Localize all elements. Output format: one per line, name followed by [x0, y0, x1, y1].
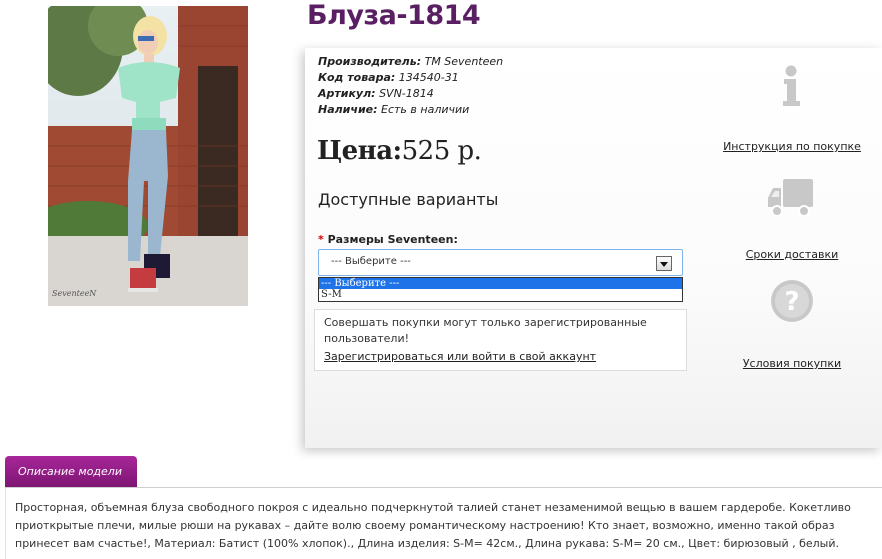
product-title: Блуза-1814	[307, 0, 481, 31]
stock-label: Наличие:	[318, 103, 378, 116]
size-label: * Размеры Seventeen:	[318, 233, 458, 246]
stock-value: Есть в наличии	[381, 103, 470, 116]
product-code-row: Код товара: 134540-31	[318, 70, 503, 86]
notice-line-2: пользователи!	[324, 332, 410, 345]
delivery-link[interactable]: Сроки доставки	[746, 248, 839, 261]
sku-label: Артикул:	[318, 87, 376, 100]
chevron-down-icon[interactable]	[656, 256, 672, 271]
photo-signature: SeventeeN	[52, 289, 97, 298]
product-meta: Производитель: TM Seventeen Код товара: …	[318, 54, 503, 118]
notice-line-1: Совершать покупки могут только зарегистр…	[324, 316, 647, 329]
product-photo[interactable]: SeventeeN	[48, 6, 248, 306]
sku-row: Артикул: SVN-1814	[318, 86, 503, 102]
instruction-link[interactable]: Инструкция по покупке	[723, 140, 861, 153]
manufacturer-value: TM Seventeen	[424, 55, 504, 68]
variants-heading: Доступные варианты	[318, 190, 499, 209]
truck-icon	[768, 179, 813, 217]
manufacturer-label: Производитель:	[318, 55, 422, 68]
size-dropdown-list: --- Выберите --- S-M	[318, 277, 683, 302]
price-label: Цена:	[317, 136, 402, 166]
conditions-block[interactable]: ? Условия покупки	[722, 278, 862, 371]
size-option-placeholder[interactable]: --- Выберите ---	[319, 278, 682, 289]
manufacturer-row: Производитель: TM Seventeen	[318, 54, 503, 70]
size-select[interactable]: --- Выберите ---	[318, 249, 683, 276]
price-value: 525 р.	[401, 136, 482, 166]
tab-description[interactable]: Описание модели	[5, 456, 137, 488]
sku-value: SVN-1814	[379, 87, 434, 100]
svg-text:?: ?	[784, 287, 799, 317]
login-notice: Совершать покупки могут только зарегистр…	[314, 309, 687, 371]
size-select-value: --- Выберите ---	[331, 256, 411, 267]
size-option-s-m[interactable]: S-M	[319, 289, 682, 300]
description-text: Просторная, объемная блуза свободного по…	[15, 501, 851, 550]
size-label-text: Размеры Seventeen:	[327, 233, 458, 246]
product-info-panel: Производитель: TM Seventeen Код товара: …	[305, 48, 882, 448]
description-box: Просторная, объемная блуза свободного по…	[5, 487, 882, 559]
product-code-value: 134540-31	[398, 71, 459, 84]
question-icon: ?	[771, 280, 813, 322]
conditions-link[interactable]: Условия покупки	[743, 357, 841, 370]
info-icon	[783, 65, 800, 106]
delivery-block[interactable]: Сроки доставки	[722, 176, 862, 262]
product-photo-image: SeventeeN	[48, 6, 248, 306]
required-mark: *	[318, 233, 324, 246]
instruction-block[interactable]: Инструкция по покупке	[722, 65, 862, 154]
product-code-label: Код товара:	[318, 71, 396, 84]
price: Цена:525 р.	[317, 136, 482, 166]
register-login-link[interactable]: Зарегистрироваться или войти в свой акка…	[324, 350, 596, 363]
stock-row: Наличие: Есть в наличии	[318, 102, 503, 118]
